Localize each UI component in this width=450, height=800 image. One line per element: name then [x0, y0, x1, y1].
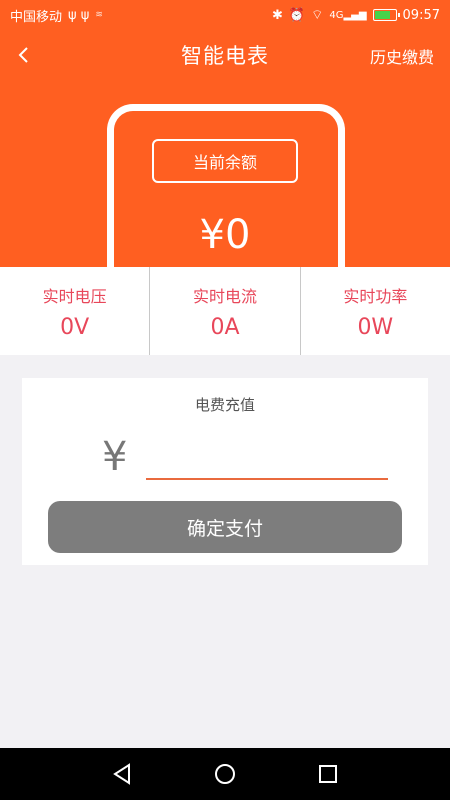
status-right: ✱ ⏰ ⌔ 4G▂▄▆ 09:57: [272, 7, 440, 24]
nav-home-button[interactable]: [201, 754, 249, 794]
metric-current: 实时电流 0A: [150, 267, 301, 355]
system-nav-bar: [0, 748, 450, 800]
app-header: 智能电表 历史缴费 当前余额 ¥0: [0, 30, 450, 267]
carrier-label: 中国移动: [10, 9, 63, 25]
metric-value: 0A: [210, 314, 240, 340]
circle-home-icon: [214, 764, 235, 784]
nav-recents-button[interactable]: [304, 754, 352, 794]
clock: 09:57: [402, 7, 440, 23]
balance-value: ¥0: [199, 212, 251, 258]
metric-label: 实时电压: [42, 286, 107, 306]
square-recents-icon: [319, 765, 338, 783]
status-left: 中国移动 ψ ψ ≋: [10, 6, 103, 25]
currency-symbol: ¥: [102, 434, 128, 480]
recharge-title: 电费充值: [194, 396, 255, 414]
wifi-icon: ⌔: [311, 8, 324, 23]
confirm-pay-button[interactable]: 确定支付: [48, 501, 402, 553]
status-bar: 中国移动 ψ ψ ≋ ✱ ⏰ ⌔ 4G▂▄▆ 09:57: [0, 0, 450, 30]
alarm-icon: ⏰: [288, 7, 306, 23]
signal-icon: 4G▂▄▆: [329, 9, 367, 21]
balance-label: 当前余额: [152, 139, 298, 183]
history-payment-link[interactable]: 历史缴费: [370, 44, 434, 68]
nav-back-button[interactable]: [98, 754, 146, 794]
metric-label: 实时功率: [343, 286, 408, 306]
metric-value: 0V: [60, 314, 90, 340]
metric-label: 实时电流: [192, 286, 257, 306]
recharge-card: 电费充值 ¥ 确定支付: [22, 378, 428, 565]
battery-icon: [372, 9, 400, 21]
metric-power: 实时功率 0W: [301, 267, 450, 355]
bluetooth-icon: ✱: [272, 7, 283, 23]
usb-icon: ψ ψ: [68, 7, 90, 23]
notification-icon: ≋: [95, 10, 103, 20]
realtime-metrics: 实时电压 0V 实时电流 0A 实时功率 0W: [0, 267, 450, 355]
triangle-back-icon: [112, 763, 130, 785]
metric-value: 0W: [357, 314, 394, 340]
metric-voltage: 实时电压 0V: [0, 267, 151, 355]
amount-input[interactable]: [146, 440, 388, 480]
